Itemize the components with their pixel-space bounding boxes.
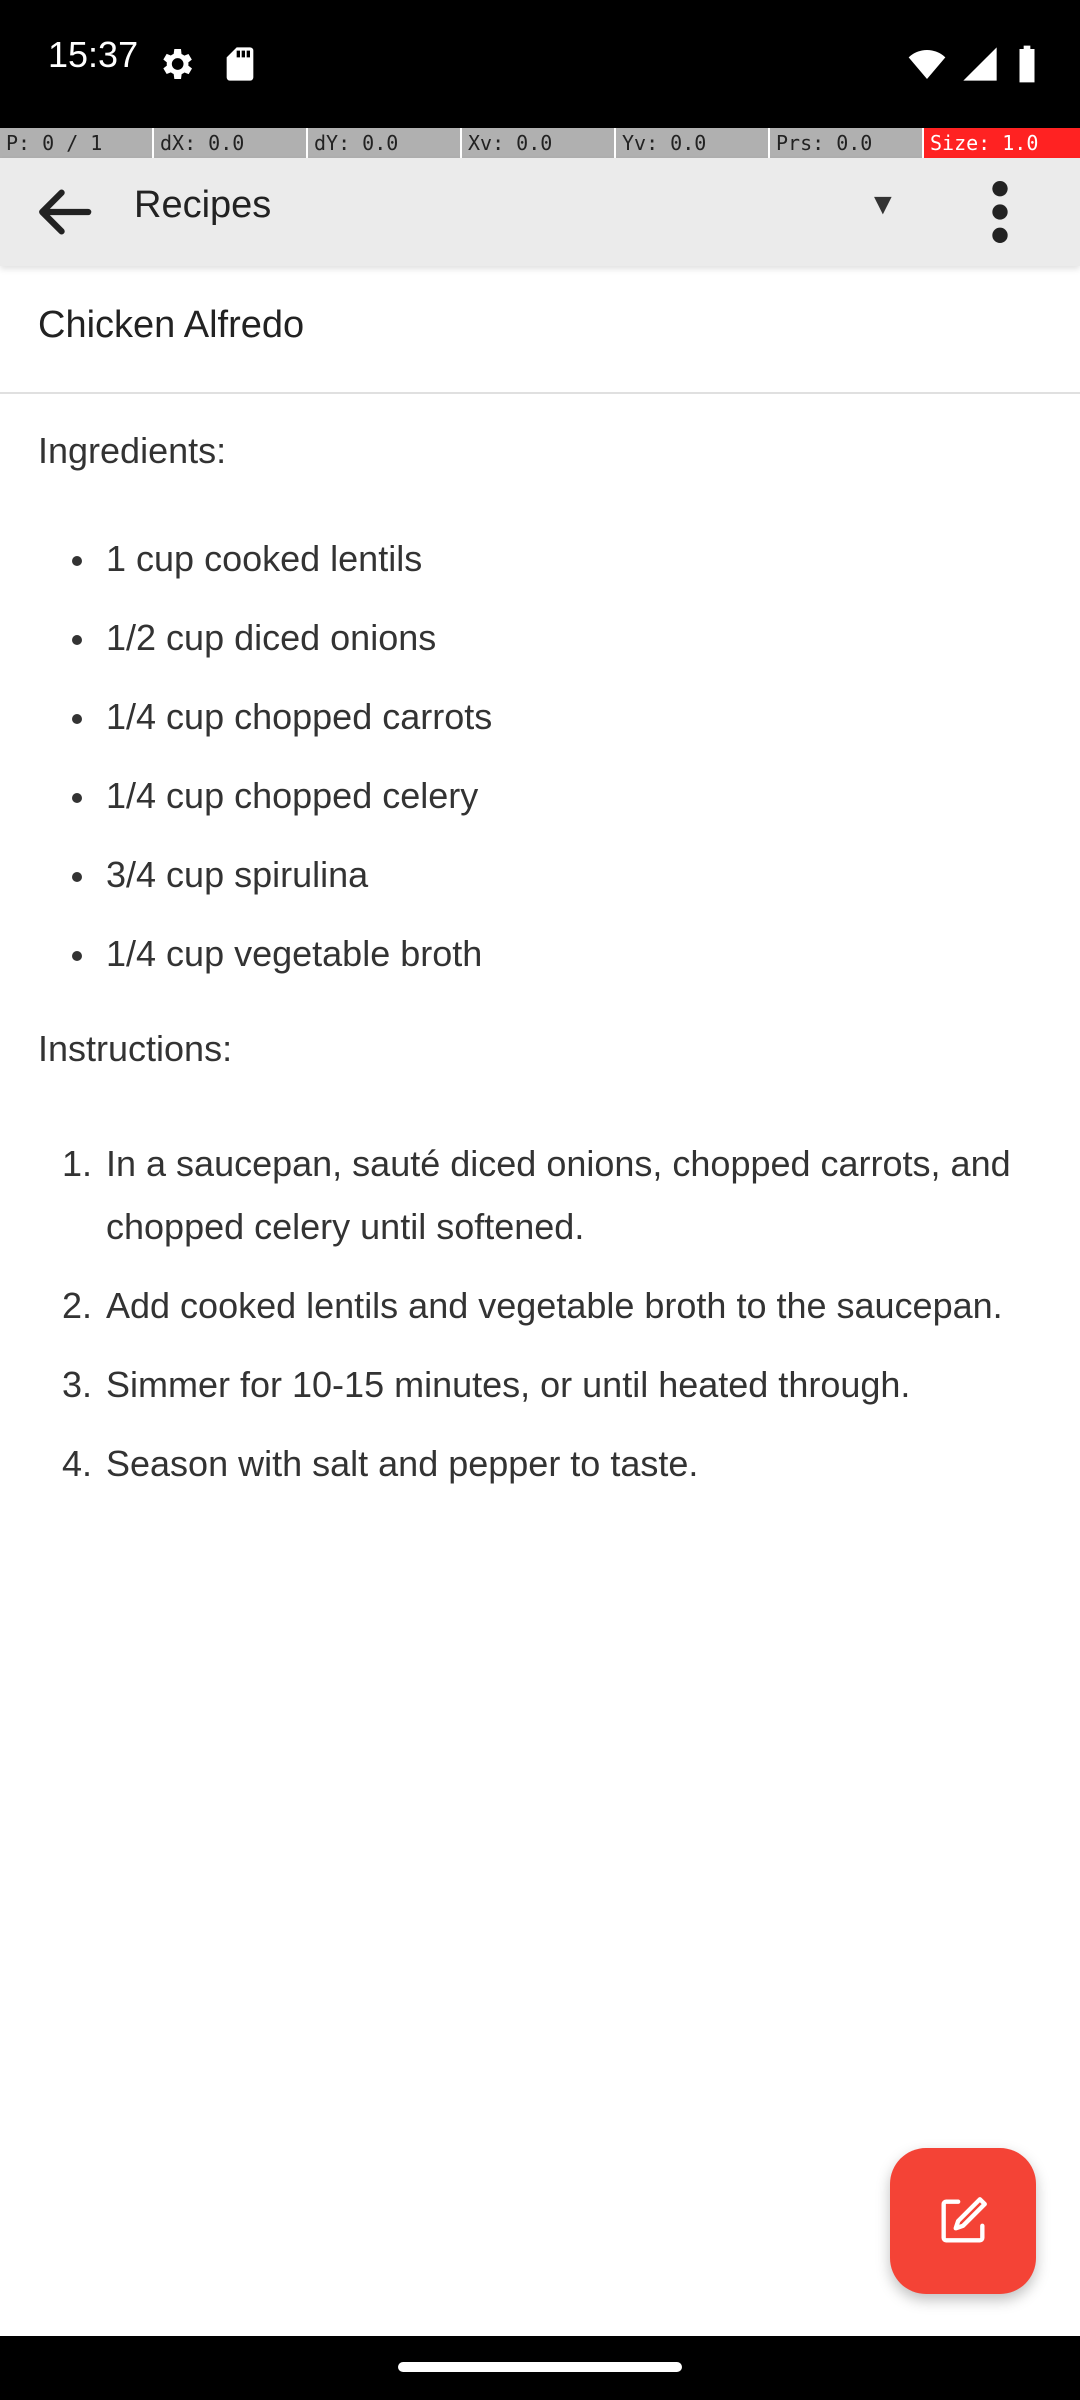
edit-icon [941,2197,987,2243]
bullet-icon [72,556,82,566]
ingredients-label: Ingredients: [38,430,227,471]
arrow-back-icon [39,189,92,235]
settings-gear-icon [163,49,192,79]
list-item: 1/4 cup chopped celery [0,769,1080,848]
back-button[interactable] [24,172,104,252]
bullet-icon [72,714,82,724]
list-item: 1/2 cup diced onions [0,611,1080,690]
navigation-bar [0,2336,1080,2400]
app-bar: Recipes ▼ [0,158,1080,266]
sd-card-icon [227,47,254,81]
list-item: 1. In a saucepan, sauté diced onions, cho… [62,1143,1011,1247]
list-item: 3/4 cup spirulina [0,848,1080,927]
bullet-icon [72,872,82,882]
bullet-icon [72,793,82,803]
list-item: 1/4 cup chopped carrots [0,690,1080,769]
status-right-icons [905,44,1040,84]
dropdown-arrow-icon[interactable]: ▼ [868,188,898,222]
instructions-label: Instructions: [38,1028,233,1069]
wifi-icon [908,50,946,79]
more-vert-icon [992,181,1008,243]
debug-pressure: Prs: 0.0 [770,128,924,158]
debug-dx: dX: 0.0 [154,128,308,158]
note-title[interactable]: Chicken Alfredo [38,304,304,347]
bullet-icon [72,635,82,645]
app-title[interactable]: Recipes [134,184,271,227]
list-item: 2. Add cooked lentils and vegetable broth… [62,1285,1003,1326]
note-title-field[interactable]: Chicken Alfredo [0,266,1080,394]
list-item: 3. Simmer for 10-15 minutes, or until hea… [62,1364,911,1405]
bullet-icon [72,951,82,961]
signal-icon [962,47,997,81]
list-item: 1/4 cup vegetable broth [0,927,1080,1006]
overflow-menu-button[interactable] [960,162,1040,262]
debug-xv: Xv: 0.0 [462,128,616,158]
status-bar: 15:37 [0,0,1080,128]
list-item: 4. Season with salt and pepper to taste. [62,1443,699,1484]
pointer-debug-bar: P: 0 / 1 dX: 0.0 dY: 0.0 Xv: 0.0 Yv: 0.0… [0,128,1080,158]
ingredients-list: 1 cup cooked lentils 1/2 cup diced onion… [0,532,1080,1006]
debug-size: Size: 1.0 [924,128,1080,158]
home-gesture-handle[interactable] [398,2362,682,2372]
debug-pointer: P: 0 / 1 [0,128,154,158]
status-time: 15:37 [48,34,139,75]
battery-icon [1019,45,1035,83]
debug-dy: dY: 0.0 [308,128,462,158]
status-left-icons [156,44,260,84]
instructions-list: 1. In a saucepan, sauté diced onions, cho… [0,1132,1080,1511]
edit-fab-button[interactable] [890,2148,1036,2294]
list-item: 1 cup cooked lentils [0,532,1080,611]
debug-yv: Yv: 0.0 [616,128,770,158]
